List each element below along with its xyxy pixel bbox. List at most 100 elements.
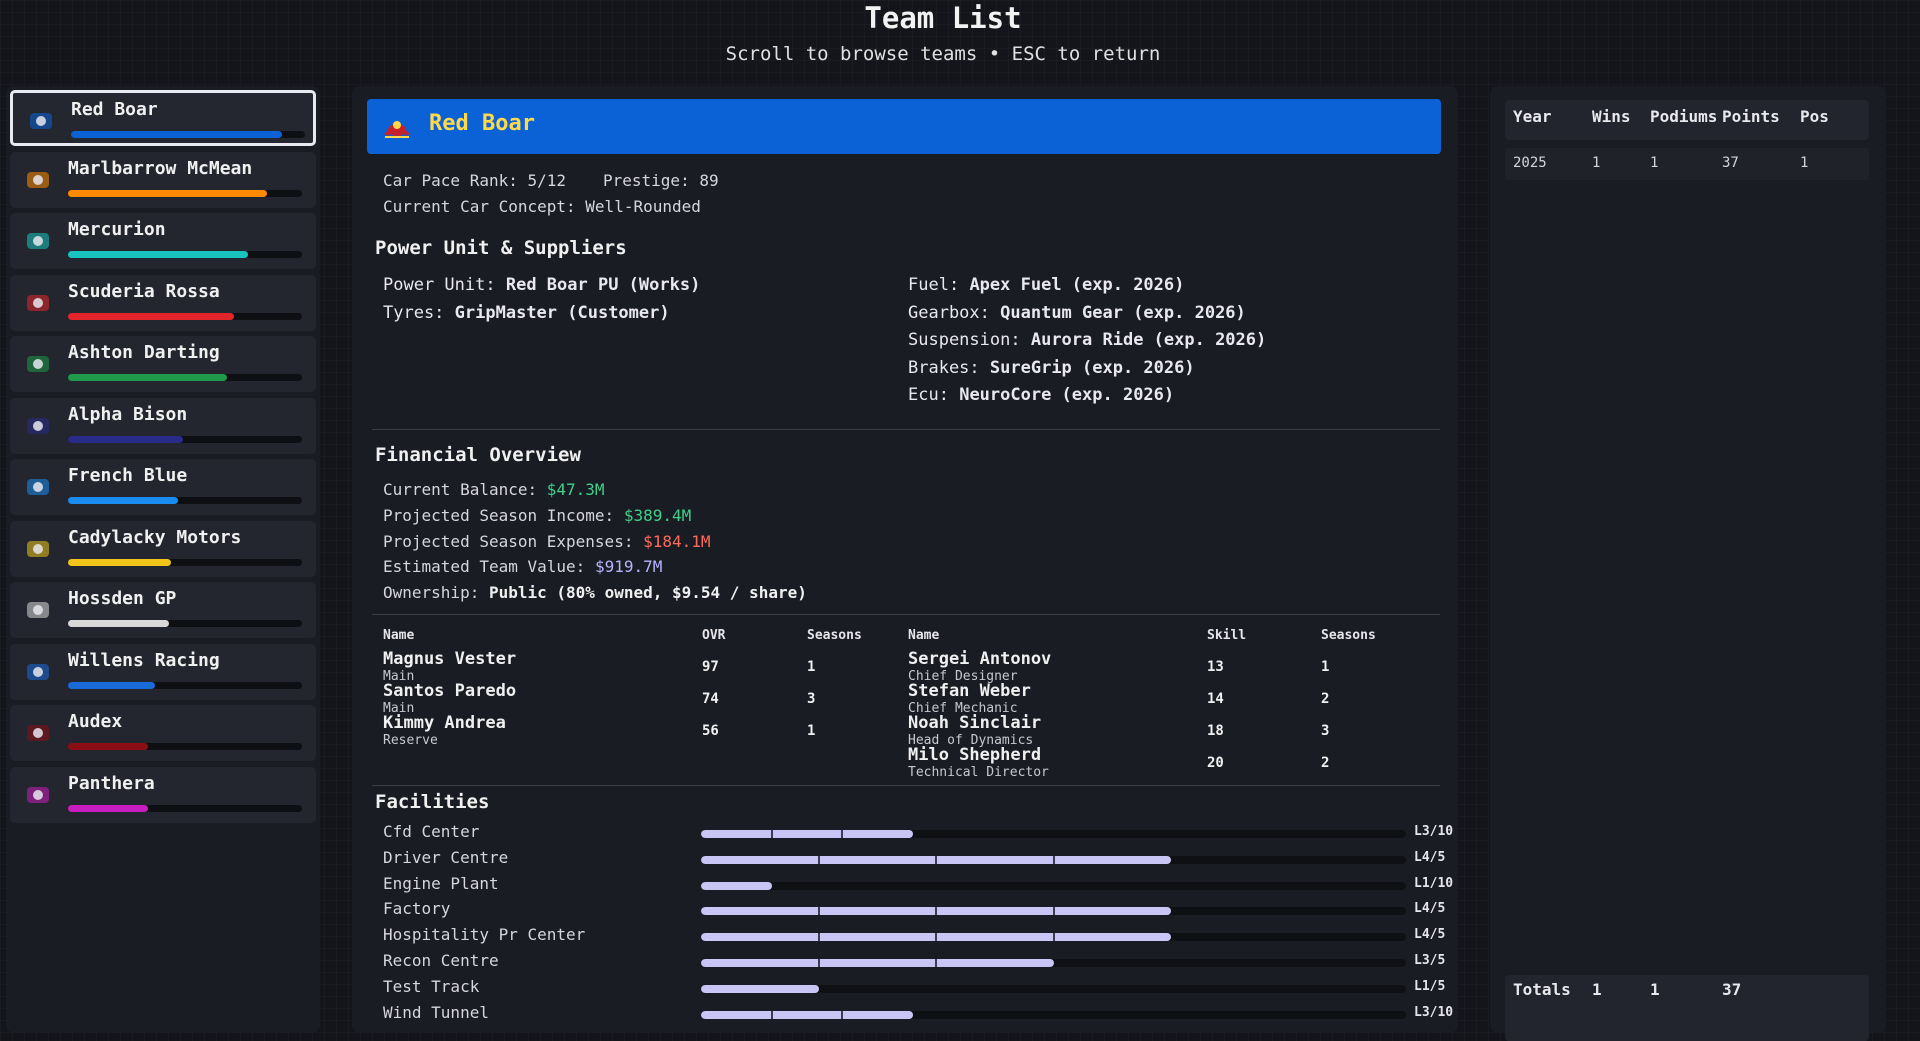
financial-row: Projected Season Income: $389.4M: [383, 506, 691, 525]
driver-name: Santos Paredo: [383, 681, 517, 701]
team-rating-bar: [68, 558, 302, 566]
driver-name: Magnus Vester: [383, 649, 517, 669]
supplier-label: Tyres:: [383, 303, 445, 323]
team-list-item[interactable]: Mercurion: [10, 213, 316, 269]
team-list-item-label: Ashton Darting: [68, 342, 220, 363]
supplier-value: NeuroCore (exp. 2026): [959, 385, 1175, 405]
financial-row: Ownership: Public (80% owned, $9.54 / sh…: [383, 583, 807, 602]
team-list-item[interactable]: Marlbarrow McMean: [10, 151, 316, 208]
supplier-row: Ecu: NeuroCore (exp. 2026): [908, 385, 1174, 405]
facility-name: Recon Centre: [383, 951, 499, 970]
facility-level-fill: [701, 830, 913, 838]
facility-level-label: L3/10: [1414, 824, 1454, 839]
facility-level-bar: [701, 959, 1406, 967]
staff-seasons: 2: [1321, 691, 1330, 707]
team-list-item-label: Cadylacky Motors: [68, 526, 242, 548]
supplier-row: Tyres: GripMaster (Customer): [383, 303, 670, 323]
driver-seasons: 3: [807, 691, 816, 707]
financial-section-title: Financial Overview: [375, 444, 581, 466]
staff-skill: 13: [1207, 659, 1224, 675]
rings-logo-icon: [24, 721, 52, 745]
history-header-cell: Pos: [1800, 107, 1829, 126]
team-list-item-label: Hossden GP: [68, 588, 177, 609]
history-header-cell: Points: [1722, 107, 1780, 126]
team-rating-bar-fill: [68, 251, 249, 258]
supplier-label: Fuel:: [908, 275, 960, 295]
facility-level-segment: [770, 1010, 773, 1019]
team-rating-bar: [68, 435, 302, 443]
drivers-header-ovr: OVR: [702, 628, 726, 643]
staff-skill: 14: [1207, 691, 1224, 707]
facility-level-segment: [817, 855, 820, 864]
team-list-sidebar[interactable]: Red Boar Marlbarrow McMean Mercurion Scuder…: [6, 86, 320, 1033]
facility-level-segment: [841, 1010, 843, 1019]
team-list-item-label: French Blue: [68, 465, 188, 486]
facility-level-label: L3/10: [1414, 1004, 1454, 1020]
facility-level-label: L4/5: [1414, 927, 1446, 943]
team-header-banner: Red Boar: [367, 99, 1441, 154]
team-rating-bar-fill: [68, 435, 183, 443]
team-list-item[interactable]: Ashton Darting: [10, 336, 316, 392]
staff-seasons: 3: [1321, 723, 1330, 739]
totals-wins: 1: [1592, 980, 1602, 999]
team-rating-bar-fill: [68, 189, 267, 197]
facility-level-segment: [841, 830, 843, 838]
marlbarrow-logo-icon: [24, 168, 52, 192]
team-rating-bar-fill: [68, 558, 171, 566]
boar-logo-icon: [384, 121, 410, 138]
team-rating-bar-fill: [71, 131, 282, 138]
team-rating-bar-fill: [68, 497, 178, 504]
facility-level-segment: [935, 855, 937, 864]
team-rating-bar-fill: [68, 374, 228, 381]
team-rating-bar: [68, 620, 302, 627]
team-list-item[interactable]: Scuderia Rossa: [10, 274, 316, 331]
facility-level-segment: [1052, 855, 1055, 864]
driver-name: Kimmy Andrea: [383, 713, 506, 733]
facility-level-bar: [701, 1010, 1406, 1019]
team-list-item[interactable]: Hossden GP: [10, 582, 316, 638]
supplier-value: GripMaster (Customer): [454, 303, 670, 323]
supplier-label: Suspension:: [908, 330, 1021, 350]
team-list-item[interactable]: Panthera: [10, 766, 316, 823]
staff-name: Stefan Weber: [908, 681, 1031, 701]
staff-skill: 20: [1207, 755, 1224, 771]
team-rating-bar: [68, 312, 302, 320]
financial-label: Projected Season Expenses:: [383, 531, 634, 551]
financial-label: Projected Season Income:: [383, 505, 615, 525]
team-list-item[interactable]: Cadylacky Motors: [10, 520, 316, 577]
staff-seasons: 1: [1321, 659, 1330, 675]
facility-level-segment: [770, 830, 773, 838]
drivers-header-name: Name: [383, 628, 415, 643]
team-list-item-label: Panthera: [68, 772, 155, 794]
facility-level-segment: [935, 959, 937, 967]
financial-label: Estimated Team Value:: [383, 557, 586, 577]
team-list-item-label: Willens Racing: [68, 649, 220, 671]
supplier-row: Brakes: SureGrip (exp. 2026): [908, 358, 1195, 378]
financial-value: $389.4M: [623, 505, 692, 525]
history-cell: 2025: [1513, 155, 1547, 171]
team-list-item[interactable]: Audex: [10, 705, 316, 761]
team-list-item[interactable]: French Blue: [10, 459, 316, 515]
financial-label: Ownership:: [383, 583, 480, 603]
facility-level-segment: [1052, 933, 1055, 942]
flag-logo-icon: [24, 475, 52, 499]
team-list-item[interactable]: Alpha Bison: [10, 397, 316, 454]
team-rating-bar: [68, 743, 302, 750]
financial-value: $184.1M: [643, 531, 711, 551]
facility-name: Factory: [383, 899, 451, 919]
team-rating-bar: [68, 251, 302, 258]
team-list-item[interactable]: Red Boar: [10, 90, 316, 146]
team-list-item[interactable]: Willens Racing: [10, 643, 316, 700]
supplier-row: Fuel: Apex Fuel (exp. 2026): [908, 275, 1184, 295]
staff-seasons: 2: [1321, 755, 1330, 771]
driver-ovr: 97: [702, 659, 719, 675]
supplier-row: Suspension: Aurora Ride (exp. 2026): [908, 330, 1266, 350]
facility-name: Cfd Center: [383, 822, 480, 841]
section-divider: [372, 614, 1440, 615]
facility-level-label: L1/5: [1414, 978, 1446, 994]
facility-level-segment: [817, 959, 820, 967]
pace-rank: Car Pace Rank: 5/12: [383, 171, 567, 190]
team-rating-bar: [68, 189, 302, 197]
team-rating-bar-fill: [68, 312, 235, 320]
facility-name: Test Track: [383, 976, 480, 996]
